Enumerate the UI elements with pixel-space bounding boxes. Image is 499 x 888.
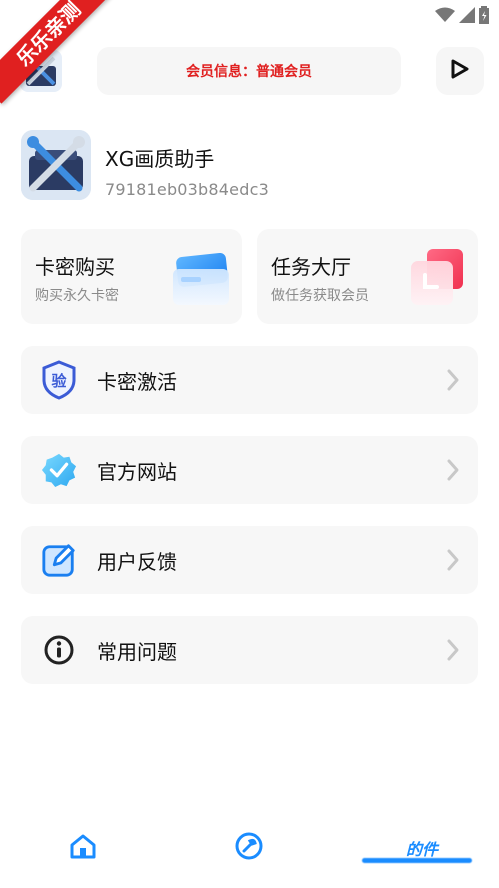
tools-icon: [235, 832, 263, 864]
member-info-text: 会员信息：普通会员: [186, 64, 312, 80]
tab-home[interactable]: [63, 828, 103, 868]
menu-item-faq[interactable]: 常用问题: [21, 616, 478, 684]
menu-item-activate-key[interactable]: 验 卡密激活: [21, 346, 478, 414]
credit-card-icon: [171, 252, 233, 311]
card-buy-key[interactable]: 卡密购买 购买永久卡密: [21, 229, 242, 324]
verified-badge-icon: [41, 452, 77, 488]
app-icon: [21, 130, 91, 200]
chevron-right-icon: [446, 638, 460, 662]
verify-shield-glyph: 验: [51, 372, 67, 390]
chevron-right-icon: [446, 458, 460, 482]
play-button[interactable]: [436, 47, 484, 95]
edit-feedback-icon: [41, 542, 77, 578]
battery-icon: [479, 6, 489, 28]
app-name: XG画质助手: [105, 147, 215, 171]
member-info-badge: 会员信息：普通会员: [97, 47, 401, 95]
signal-icon: [459, 7, 475, 27]
play-icon: [451, 59, 469, 83]
verify-shield-icon: 验: [41, 360, 77, 400]
card-title: 任务大厅: [271, 255, 351, 279]
menu-item-official-site[interactable]: 官方网站: [21, 436, 478, 504]
active-tab-indicator: [362, 858, 472, 863]
menu-item-label: 用户反馈: [97, 550, 177, 574]
profile-icon: 的件: [406, 836, 438, 860]
bottom-tab-bar: 的件: [0, 818, 499, 888]
card-title: 卡密购买: [35, 255, 115, 279]
menu-item-feedback[interactable]: 用户反馈: [21, 526, 478, 594]
menu-item-label: 卡密激活: [97, 370, 177, 394]
card-task-hall[interactable]: 任务大厅 做任务获取会员: [257, 229, 478, 324]
card-subtitle: 购买永久卡密: [35, 288, 119, 304]
chevron-right-icon: [446, 548, 460, 572]
app-code: 79181eb03b84edc3: [105, 180, 269, 199]
home-icon: [69, 833, 97, 863]
profile-tab-label: 的件: [405, 840, 438, 859]
menu-item-label: 官方网站: [97, 460, 177, 484]
tab-tools[interactable]: [229, 828, 269, 868]
info-circle-icon: [41, 632, 77, 668]
wifi-icon: [435, 7, 455, 27]
task-icon: [407, 247, 467, 311]
menu-item-label: 常用问题: [97, 640, 177, 664]
chevron-right-icon: [446, 368, 460, 392]
card-subtitle: 做任务获取会员: [271, 288, 369, 304]
